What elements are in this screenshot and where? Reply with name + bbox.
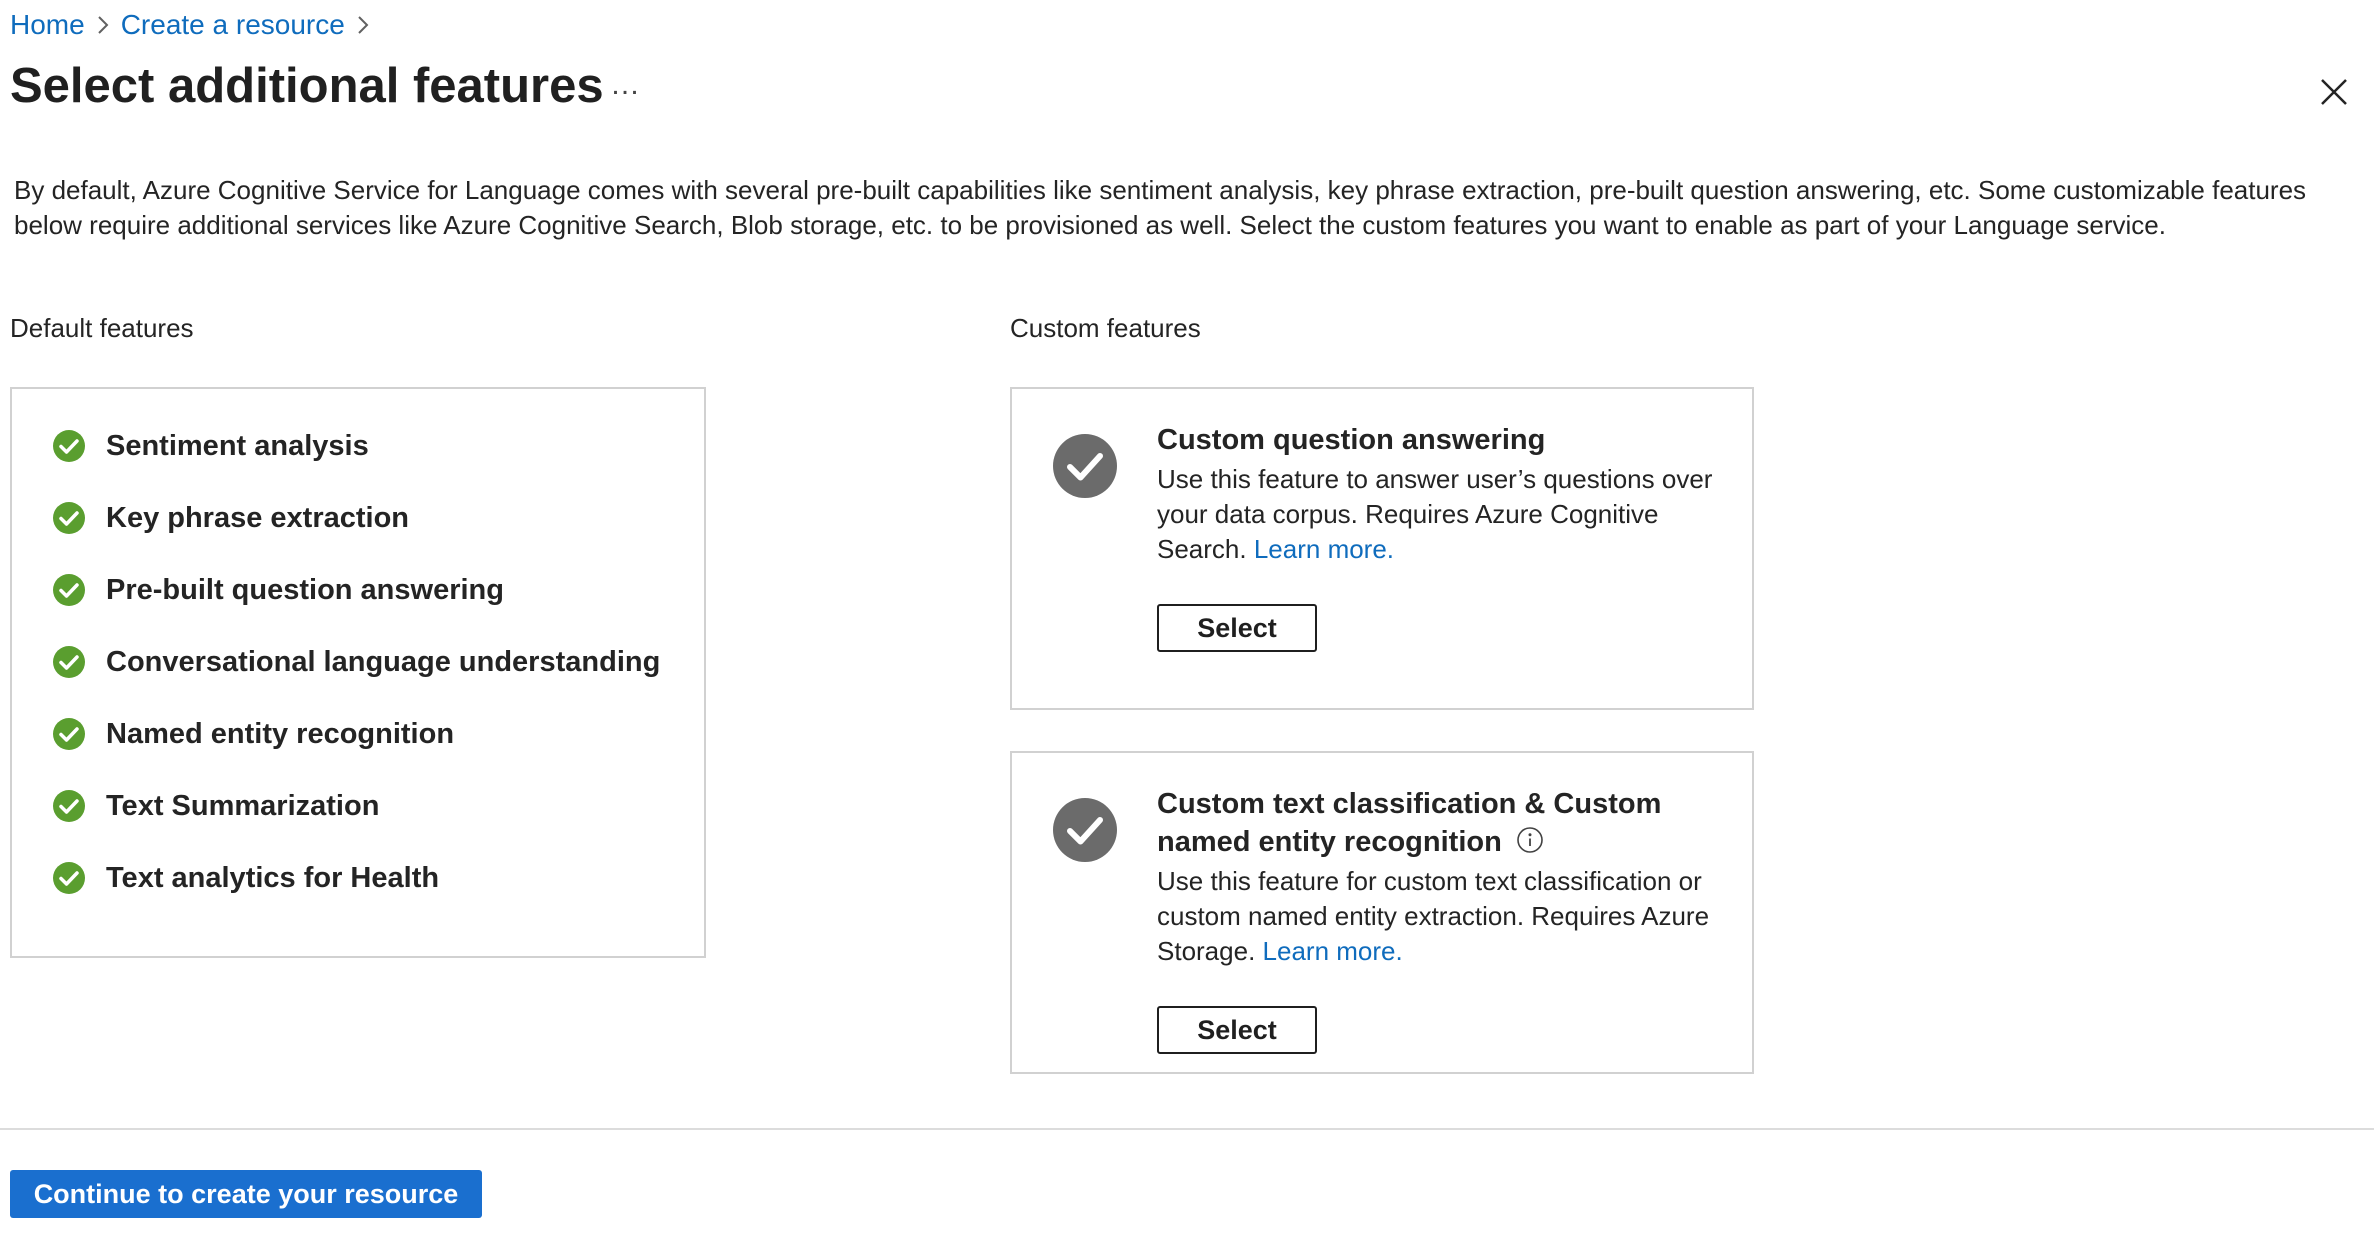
feature-label: Text analytics for Health	[106, 861, 440, 894]
select-button[interactable]: Select	[1157, 1006, 1317, 1054]
feature-label: Text Summarization	[106, 789, 380, 822]
checkmark-circle-icon	[53, 862, 85, 894]
checkmark-circle-icon	[53, 718, 85, 750]
more-options-button[interactable]: …	[610, 68, 642, 102]
list-item: Named entity recognition	[52, 714, 454, 754]
list-item: Key phrase extraction	[52, 498, 409, 538]
chevron-right-icon	[345, 14, 381, 36]
list-item: Text analytics for Health	[52, 858, 439, 898]
default-features-label: Default features	[10, 313, 194, 343]
list-item: Text Summarization	[52, 786, 379, 826]
learn-more-link[interactable]: Learn more.	[1254, 534, 1394, 564]
learn-more-link[interactable]: Learn more.	[1263, 936, 1403, 966]
checkmark-circle-icon	[1053, 434, 1117, 498]
list-item: Sentiment analysis	[52, 426, 369, 466]
info-icon[interactable]	[1516, 826, 1544, 854]
custom-text-classification-card: Custom text classification & Custom name…	[1010, 751, 1754, 1074]
breadcrumb: Home Create a resource	[10, 6, 381, 44]
card-title: Custom text classification & Custom name…	[1157, 785, 1717, 861]
feature-label: Conversational language understanding	[106, 645, 661, 678]
card-content: Custom text classification & Custom name…	[1157, 785, 1717, 969]
page-title: Select additional features	[10, 59, 604, 113]
checkmark-circle-icon	[53, 790, 85, 822]
card-title-text: Custom text classification & Custom name…	[1157, 788, 1662, 858]
page-description: By default, Azure Cognitive Service for …	[14, 175, 2307, 240]
custom-question-answering-card: Custom question answering Use this featu…	[1010, 387, 1754, 710]
checkmark-circle-icon	[53, 646, 85, 678]
feature-label: Pre-built question answering	[106, 573, 504, 606]
list-item: Pre-built question answering	[52, 570, 504, 610]
checkmark-circle-icon	[1053, 798, 1117, 862]
footer-divider	[0, 1128, 2374, 1130]
breadcrumb-create-resource-link[interactable]: Create a resource	[121, 9, 345, 41]
continue-button[interactable]: Continue to create your resource	[10, 1170, 482, 1218]
card-description-text: Use this feature to answer user’s questi…	[1157, 464, 1713, 564]
card-description: Use this feature for custom text classif…	[1157, 864, 1717, 969]
card-title: Custom question answering	[1157, 424, 1546, 456]
feature-label: Named entity recognition	[106, 717, 455, 750]
close-icon	[2321, 79, 2347, 105]
close-button[interactable]	[2318, 76, 2350, 108]
feature-label: Key phrase extraction	[106, 501, 410, 534]
checkmark-circle-icon	[53, 574, 85, 606]
card-description-text: Use this feature for custom text classif…	[1157, 866, 1710, 966]
chevron-right-icon	[85, 14, 121, 36]
list-item: Conversational language understanding	[52, 642, 660, 682]
breadcrumb-home-link[interactable]: Home	[10, 9, 85, 41]
card-content: Custom question answering Use this featu…	[1157, 421, 1717, 567]
card-description: Use this feature to answer user’s questi…	[1157, 462, 1717, 567]
custom-features-label: Custom features	[1010, 313, 1201, 343]
select-button[interactable]: Select	[1157, 604, 1317, 652]
checkmark-circle-icon	[53, 430, 85, 462]
feature-label: Sentiment analysis	[106, 429, 369, 462]
default-features-list: Sentiment analysis Key phrase extraction…	[10, 387, 706, 958]
checkmark-circle-icon	[53, 502, 85, 534]
